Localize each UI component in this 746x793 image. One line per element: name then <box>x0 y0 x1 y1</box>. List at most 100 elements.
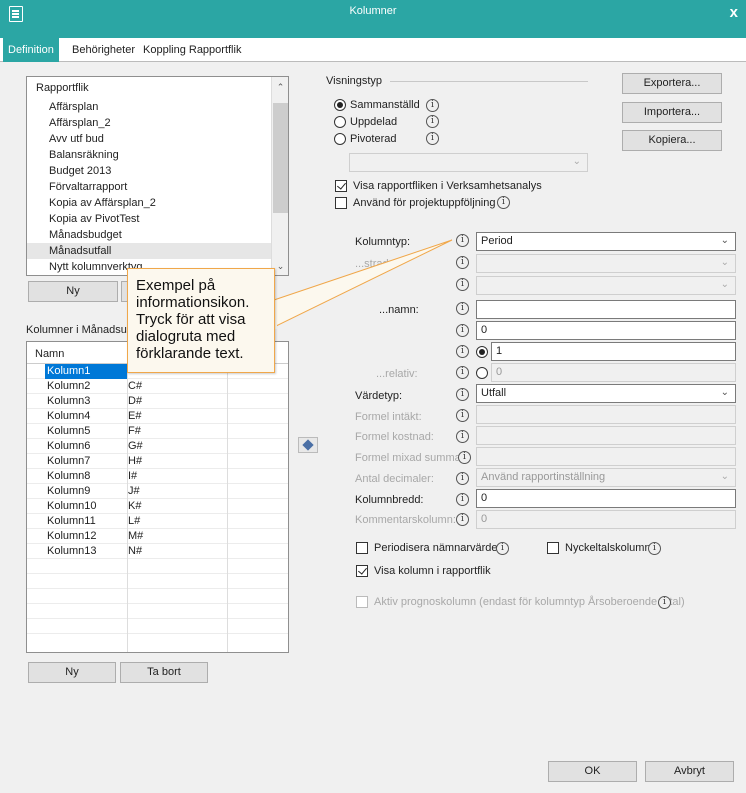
table-row[interactable]: Kolumn4 E# <box>27 409 288 424</box>
projekt-checkbox[interactable] <box>335 197 347 209</box>
table-row[interactable]: Kolumn10 K# <box>27 499 288 514</box>
aktiv-prognos-info-icon[interactable]: i <box>658 596 671 609</box>
row6-info-icon[interactable]: i <box>456 345 469 358</box>
relativ-input[interactable]: 0 <box>491 363 736 382</box>
table-row[interactable]: Kolumn2 C# <box>27 379 288 394</box>
row2-select[interactable]: ⌄ <box>476 254 736 273</box>
projekt-info-icon[interactable]: i <box>497 196 510 209</box>
row2-label: ...strad: <box>355 258 392 270</box>
relativ-info-icon[interactable]: i <box>456 366 469 379</box>
visa-verksamhet-label[interactable]: Visa rapportfliken i Verksamhetsanalys <box>353 180 542 192</box>
uppdelad-info-icon[interactable]: i <box>426 115 439 128</box>
nyckeltal-info-icon[interactable]: i <box>648 542 661 555</box>
namn-info-icon[interactable]: i <box>456 302 469 315</box>
radio-sammanstalld[interactable] <box>334 99 346 111</box>
formel-mixad-info-icon[interactable]: i <box>458 451 471 464</box>
kolumner-grid[interactable]: Namn Kolumn1 Kolumn2 C# Kolumn3 D# Kolumn4 E# K… <box>26 341 289 653</box>
projekt-label[interactable]: Använd för projektuppföljning <box>353 197 495 209</box>
rapportflik-item[interactable]: Affärsplan <box>27 99 288 115</box>
pivoterad-info-icon[interactable]: i <box>426 132 439 145</box>
row3-select[interactable]: ⌄ <box>476 276 736 295</box>
ok-button[interactable]: OK <box>548 761 637 782</box>
table-row[interactable]: Kolumn7 H# <box>27 454 288 469</box>
table-row[interactable]: Kolumn13 N# <box>27 544 288 559</box>
formel-kostnad-info-icon[interactable]: i <box>456 430 469 443</box>
kolumnbredd-info-icon[interactable]: i <box>456 493 469 506</box>
row6-radio[interactable] <box>476 346 488 358</box>
rapportflik-new-button[interactable]: Ny <box>28 281 118 302</box>
periodisera-checkbox[interactable] <box>356 542 368 554</box>
visa-kolumn-label[interactable]: Visa kolumn i rapportflik <box>374 565 491 577</box>
rapportflik-item[interactable]: Kopia av Affärsplan_2 <box>27 195 288 211</box>
import-button[interactable]: Importera... <box>622 102 722 123</box>
tab-koppling-rapportflik[interactable]: Koppling Rapportflik <box>138 41 246 60</box>
sammanstalld-info-icon[interactable]: i <box>426 99 439 112</box>
namn-input[interactable] <box>476 300 736 319</box>
rapportflik-item[interactable]: Månadsbudget <box>27 227 288 243</box>
row2-info-icon[interactable]: i <box>456 256 469 269</box>
close-icon[interactable]: x <box>730 4 738 21</box>
table-row[interactable]: Kolumn8 I# <box>27 469 288 484</box>
kolumntyp-info-icon[interactable]: i <box>456 234 469 247</box>
rapportflik-item[interactable]: Avv utf bud <box>27 131 288 147</box>
kommentarskolumn-info-icon[interactable]: i <box>456 513 469 526</box>
antal-decimaler-select[interactable]: Använd rapportinställning ⌄ <box>476 468 736 487</box>
vardetyp-select[interactable]: Utfall ⌄ <box>476 384 736 403</box>
antal-decimaler-info-icon[interactable]: i <box>456 472 469 485</box>
rapportflik-item[interactable]: Balansräkning <box>27 147 288 163</box>
row3-info-icon[interactable]: i <box>456 278 469 291</box>
cancel-button[interactable]: Avbryt <box>645 761 734 782</box>
kolumn-delete-button[interactable]: Ta bort <box>120 662 208 683</box>
radio-uppdelad-label[interactable]: Uppdelad <box>350 116 397 128</box>
visa-verksamhet-checkbox[interactable] <box>335 180 347 192</box>
tab-definition[interactable]: Definition <box>3 38 59 62</box>
scroll-thumb[interactable] <box>273 103 288 213</box>
relativ-label: ...relativ: <box>376 368 418 380</box>
periodisera-info-icon[interactable]: i <box>496 542 509 555</box>
visa-kolumn-checkbox[interactable] <box>356 565 368 577</box>
rapportflik-scrollbar[interactable]: ⌃ ⌄ <box>271 77 288 275</box>
row5-info-icon[interactable]: i <box>456 324 469 337</box>
tab-behorigheter[interactable]: Behörigheter <box>67 41 140 60</box>
row5-input[interactable]: 0 <box>476 321 736 340</box>
nyckeltal-checkbox[interactable] <box>547 542 559 554</box>
radio-uppdelad[interactable] <box>334 116 346 128</box>
periodisera-label[interactable]: Periodisera nämnarvärden <box>374 542 504 554</box>
row-code: G# <box>128 440 143 452</box>
table-row[interactable]: Kolumn12 M# <box>27 529 288 544</box>
rapportflik-list[interactable]: Rapportflik Affärsplan Affärsplan_2 Avv ut… <box>26 76 289 276</box>
aktiv-prognos-checkbox[interactable] <box>356 596 368 608</box>
formel-mixad-input[interactable] <box>476 447 736 466</box>
rapportflik-item[interactable]: Förvaltarrapport <box>27 179 288 195</box>
vardetyp-info-icon[interactable]: i <box>456 388 469 401</box>
rapportflik-item[interactable]: Budget 2013 <box>27 163 288 179</box>
rapportflik-item[interactable]: Månadsutfall <box>27 243 288 259</box>
kolumn-new-button[interactable]: Ny <box>28 662 116 683</box>
row-code: M# <box>128 530 144 542</box>
formel-intakt-info-icon[interactable]: i <box>456 409 469 422</box>
pivot-select[interactable]: ⌄ <box>349 153 588 172</box>
aktiv-prognos-label[interactable]: Aktiv prognoskolumn (endast för kolumnty… <box>374 596 685 608</box>
kolumnbredd-input[interactable]: 0 <box>476 489 736 508</box>
radio-pivoterad-label[interactable]: Pivoterad <box>350 133 396 145</box>
nyckeltal-label[interactable]: Nyckeltalskolumn <box>565 542 651 554</box>
copy-button[interactable]: Kopiera... <box>622 130 722 151</box>
radio-sammanstalld-label[interactable]: Sammanställd <box>350 99 420 111</box>
export-button[interactable]: Exportera... <box>622 73 722 94</box>
row6-input[interactable]: 1 <box>491 342 736 361</box>
table-row[interactable]: Kolumn5 F# <box>27 424 288 439</box>
table-row[interactable]: Kolumn6 G# <box>27 439 288 454</box>
move-column-icon[interactable] <box>298 437 318 453</box>
formel-kostnad-input[interactable] <box>476 426 736 445</box>
table-row[interactable]: Kolumn9 J# <box>27 484 288 499</box>
table-row[interactable]: Kolumn3 D# <box>27 394 288 409</box>
kommentarskolumn-input[interactable]: 0 <box>476 510 736 529</box>
rapportflik-item[interactable]: Kopia av PivotTest <box>27 211 288 227</box>
radio-pivoterad[interactable] <box>334 133 346 145</box>
scroll-up-icon[interactable]: ⌃ <box>272 79 288 96</box>
formel-intakt-input[interactable] <box>476 405 736 424</box>
rapportflik-item[interactable]: Affärsplan_2 <box>27 115 288 131</box>
kolumntyp-select[interactable]: Period ⌄ <box>476 232 736 251</box>
relativ-radio[interactable] <box>476 367 488 379</box>
table-row[interactable]: Kolumn11 L# <box>27 514 288 529</box>
